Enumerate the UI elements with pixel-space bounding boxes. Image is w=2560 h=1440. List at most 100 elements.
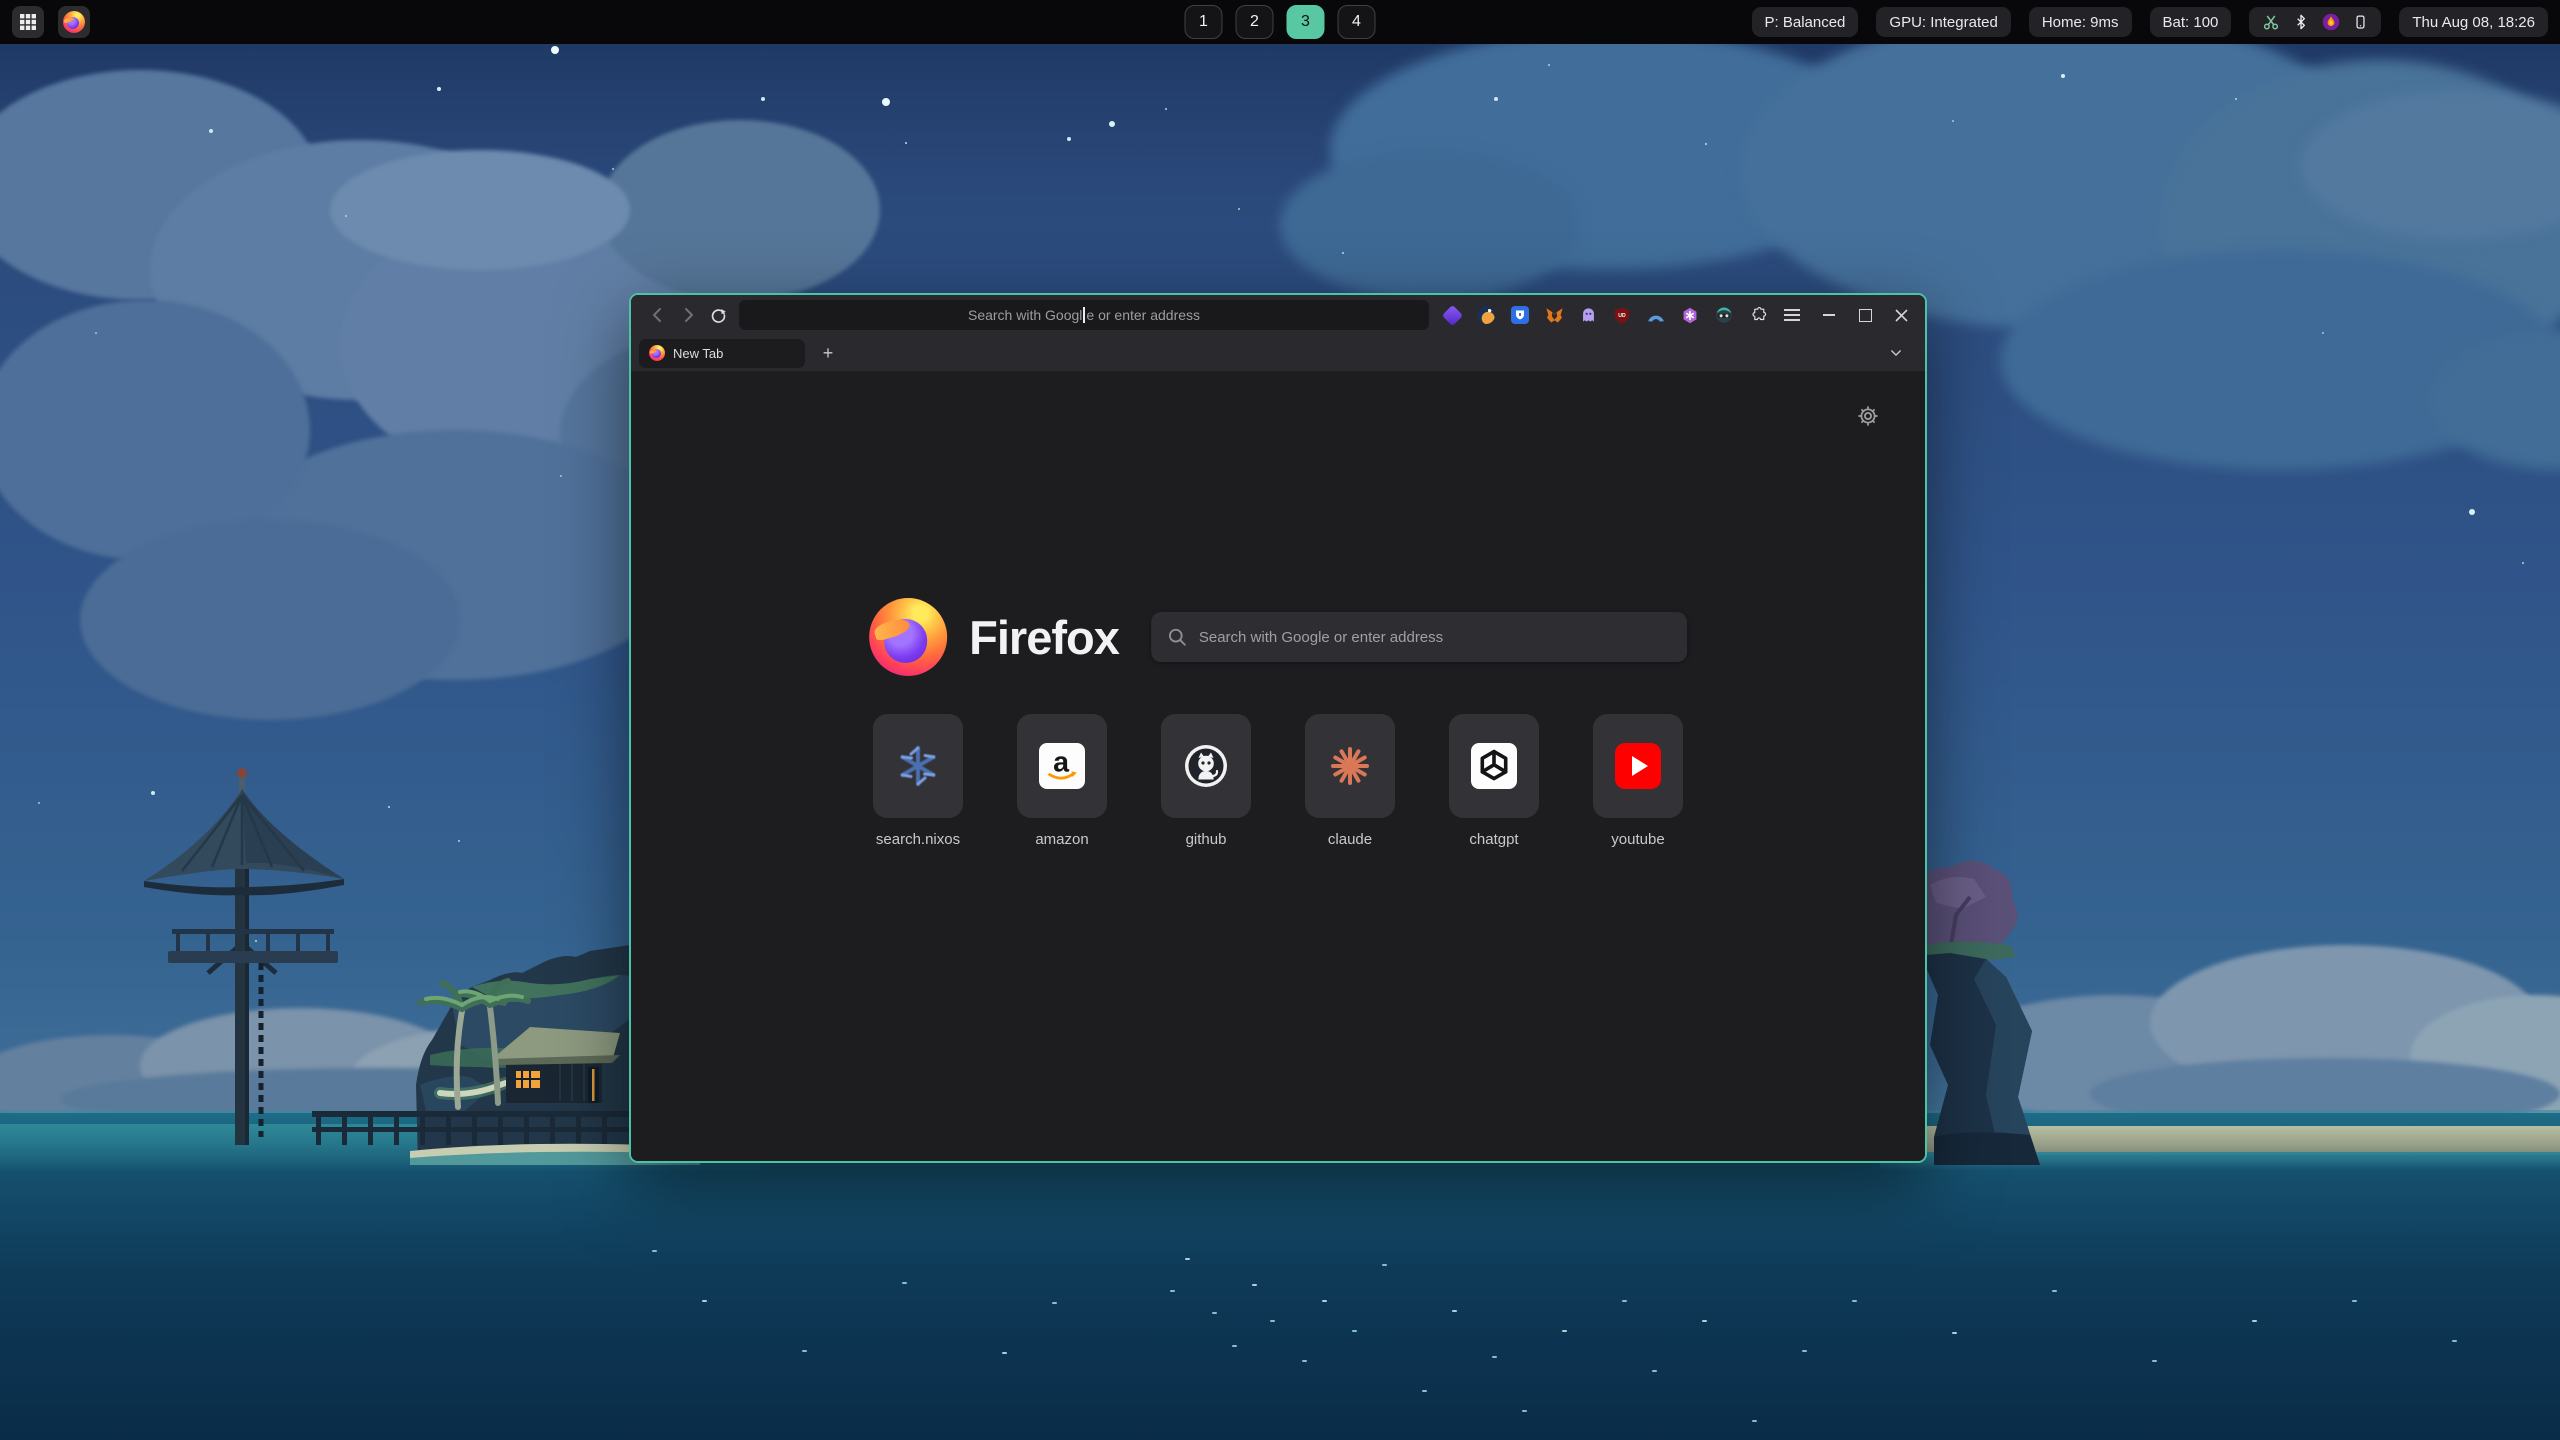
chevron-down-icon bbox=[1889, 346, 1903, 360]
dark-moon-icon bbox=[1477, 306, 1495, 324]
hamburger-menu-icon bbox=[1784, 314, 1800, 316]
ping-module[interactable]: Home: 9ms bbox=[2029, 7, 2132, 37]
forward-button[interactable] bbox=[673, 301, 703, 329]
clock-module[interactable]: Thu Aug 08, 18:26 bbox=[2399, 7, 2548, 37]
ublock-shield-icon: UD bbox=[1613, 306, 1631, 325]
extension-purple-diamond[interactable] bbox=[1439, 302, 1465, 328]
workspace-1[interactable]: 1 bbox=[1185, 5, 1223, 39]
firefox-wordmark: Firefox bbox=[969, 610, 1119, 665]
cloud bbox=[600, 120, 880, 300]
gear-icon bbox=[1856, 404, 1880, 428]
minimize-button[interactable] bbox=[1817, 303, 1841, 327]
shortcut-amazon[interactable]: a amazon bbox=[1017, 714, 1107, 848]
reload-button[interactable] bbox=[703, 301, 733, 329]
page-search-placeholder: Search with Google or enter address bbox=[1199, 629, 1443, 646]
apps-launcher-button[interactable] bbox=[12, 6, 44, 38]
ghost-icon bbox=[1580, 306, 1597, 324]
power-profile-label: P: Balanced bbox=[1765, 14, 1846, 31]
tab-title: New Tab bbox=[673, 346, 723, 361]
tile bbox=[1305, 714, 1395, 818]
amazon-letter: a bbox=[1053, 747, 1070, 779]
metamask-fox-icon bbox=[1545, 306, 1564, 324]
cloud bbox=[330, 150, 630, 270]
extension-metamask[interactable] bbox=[1541, 302, 1567, 328]
amazon-icon: a bbox=[1039, 743, 1085, 789]
apps-grid-icon bbox=[20, 14, 36, 30]
shortcut-youtube[interactable]: youtube bbox=[1593, 714, 1683, 848]
forward-icon bbox=[679, 306, 697, 324]
shortcut-search-nixos[interactable]: search.nixos bbox=[873, 714, 963, 848]
url-placeholder-left: Search with Googl bbox=[968, 307, 1082, 323]
extension-buttons: UD bbox=[1439, 302, 1805, 328]
text-caret bbox=[1083, 307, 1085, 323]
cliff-island-scene bbox=[1890, 845, 2250, 1165]
purple-diamond-icon bbox=[1441, 304, 1462, 325]
tile-label: claude bbox=[1328, 831, 1372, 848]
extension-avatar[interactable] bbox=[1711, 302, 1737, 328]
extension-dark-moon[interactable] bbox=[1473, 302, 1499, 328]
workspace-switcher: 1 2 3 4 bbox=[1185, 5, 1376, 39]
youtube-play-icon bbox=[1615, 743, 1661, 789]
tile-label: search.nixos bbox=[876, 831, 960, 848]
tile bbox=[1161, 714, 1251, 818]
maximize-button[interactable] bbox=[1853, 303, 1877, 327]
gpu-module[interactable]: GPU: Integrated bbox=[1876, 7, 2010, 37]
page-search-input[interactable]: Search with Google or enter address bbox=[1151, 612, 1687, 662]
back-button[interactable] bbox=[643, 301, 673, 329]
clock-label: Thu Aug 08, 18:26 bbox=[2412, 14, 2535, 31]
tile bbox=[1449, 714, 1539, 818]
cloud bbox=[80, 520, 460, 720]
claude-starburst-icon bbox=[1327, 743, 1373, 789]
scissors-icon[interactable] bbox=[2262, 13, 2280, 31]
battery-label: Bat: 100 bbox=[2163, 14, 2219, 31]
shortcut-github[interactable]: github bbox=[1161, 714, 1251, 848]
new-tab-page: Firefox Search with Google or enter addr… bbox=[631, 371, 1925, 1161]
url-placeholder-right: e or enter address bbox=[1086, 307, 1200, 323]
hex-asterisk-icon bbox=[1681, 306, 1699, 325]
goggle-face-icon bbox=[1715, 306, 1733, 324]
ublock-badge-text: UD bbox=[1618, 313, 1626, 319]
tile: a bbox=[1017, 714, 1107, 818]
firefox-icon bbox=[63, 11, 85, 33]
extensions-menu-button[interactable] bbox=[1745, 302, 1771, 328]
power-profile-module[interactable]: P: Balanced bbox=[1752, 7, 1859, 37]
tile bbox=[873, 714, 963, 818]
tile bbox=[1593, 714, 1683, 818]
tile-label: chatgpt bbox=[1469, 831, 1518, 848]
bitwarden-shield-icon bbox=[1511, 306, 1529, 324]
puzzle-icon bbox=[1749, 306, 1767, 324]
bluetooth-icon[interactable] bbox=[2293, 13, 2309, 31]
flameshot-icon[interactable] bbox=[2322, 13, 2340, 31]
vpn-arc-icon bbox=[1646, 307, 1666, 323]
list-all-tabs-button[interactable] bbox=[1883, 340, 1909, 366]
extension-hex-asterisk[interactable] bbox=[1677, 302, 1703, 328]
shortcut-chatgpt[interactable]: chatgpt bbox=[1449, 714, 1539, 848]
workspace-2[interactable]: 2 bbox=[1236, 5, 1274, 39]
island-watchtower-scene bbox=[60, 755, 700, 1165]
tile-label: amazon bbox=[1035, 831, 1088, 848]
navigation-toolbar: Search with Google or enter address bbox=[631, 295, 1925, 335]
extension-ghostery[interactable] bbox=[1575, 302, 1601, 328]
firefox-launcher-button[interactable] bbox=[58, 6, 90, 38]
new-tab-button[interactable]: + bbox=[815, 340, 841, 366]
reload-icon bbox=[710, 307, 727, 324]
battery-module[interactable]: Bat: 100 bbox=[2150, 7, 2232, 37]
tab-bar: New Tab + bbox=[631, 335, 1925, 371]
firefox-window: Search with Google or enter address bbox=[629, 293, 1927, 1163]
extension-ublock[interactable]: UD bbox=[1609, 302, 1635, 328]
close-icon bbox=[1895, 309, 1908, 322]
shortcut-claude[interactable]: claude bbox=[1305, 714, 1395, 848]
tile-label: github bbox=[1186, 831, 1227, 848]
close-button[interactable] bbox=[1889, 303, 1913, 327]
url-bar[interactable]: Search with Google or enter address bbox=[739, 300, 1429, 330]
extension-vpn[interactable] bbox=[1643, 302, 1669, 328]
tab-new-tab[interactable]: New Tab bbox=[639, 339, 805, 368]
phone-icon[interactable] bbox=[2353, 13, 2368, 31]
github-octocat-icon bbox=[1183, 743, 1229, 789]
extension-bitwarden[interactable] bbox=[1507, 302, 1533, 328]
workspace-4[interactable]: 4 bbox=[1338, 5, 1376, 39]
workspace-3-active[interactable]: 3 bbox=[1287, 5, 1325, 39]
system-tray bbox=[2249, 7, 2381, 37]
personalize-button[interactable] bbox=[1855, 403, 1881, 429]
app-menu-button[interactable] bbox=[1779, 302, 1805, 328]
